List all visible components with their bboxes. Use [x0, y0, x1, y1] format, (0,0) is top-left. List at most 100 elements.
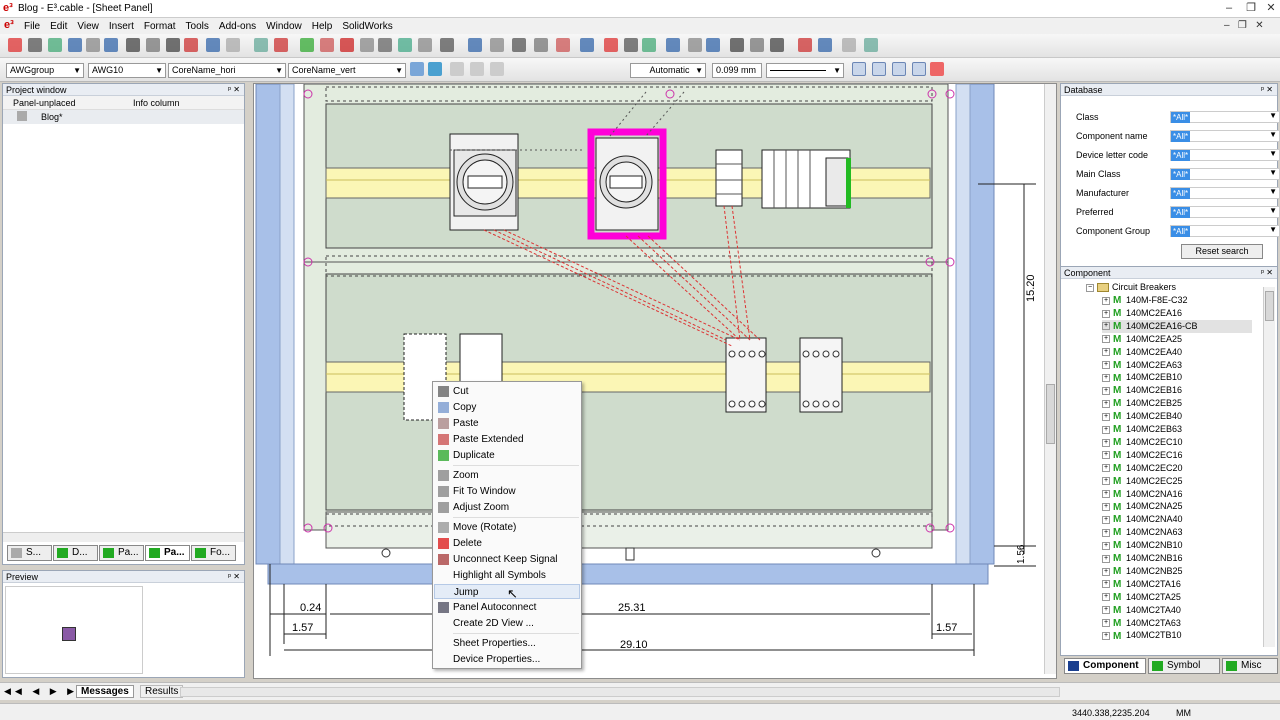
filter-select[interactable]: *All* ▼: [1170, 149, 1280, 161]
col-info[interactable]: Info column: [133, 98, 180, 108]
menu-format[interactable]: Format: [144, 21, 176, 32]
expand-icon[interactable]: +: [1102, 554, 1110, 563]
vscroll-thumb[interactable]: [1046, 384, 1055, 444]
align-center-icon[interactable]: [428, 62, 442, 76]
database-pin-icon[interactable]: ᵖ ✕: [1261, 84, 1273, 96]
expand-icon[interactable]: +: [1102, 374, 1110, 383]
filter-select[interactable]: *All* ▼: [1170, 168, 1280, 180]
toolbar-icon-24[interactable]: [490, 38, 504, 52]
context-item-create-2d-view[interactable]: Create 2D View ...: [434, 616, 580, 631]
expand-icon[interactable]: +: [1102, 464, 1110, 473]
align-icon[interactable]: [410, 62, 424, 76]
expand-icon[interactable]: +: [1102, 515, 1110, 524]
draw-diag-icon[interactable]: [892, 62, 906, 76]
database-tab-misc[interactable]: Misc: [1222, 658, 1278, 674]
toolbar-icon-1[interactable]: [8, 38, 22, 52]
menu-edit[interactable]: Edit: [50, 21, 67, 32]
text-center-icon[interactable]: [470, 62, 484, 76]
tree-item[interactable]: + M 140MC2EC20: [1102, 462, 1183, 475]
tree-item[interactable]: + M 140MC2TA63: [1102, 617, 1181, 630]
toolbar-icon-32[interactable]: [666, 38, 680, 52]
draw-curve-icon[interactable]: [912, 62, 926, 76]
expand-icon[interactable]: +: [1102, 580, 1110, 589]
tree-item[interactable]: + M 140MC2NA16: [1102, 488, 1183, 501]
expand-icon[interactable]: +: [1102, 632, 1110, 640]
tab-messages[interactable]: Messages: [76, 685, 134, 698]
expand-icon[interactable]: +: [1102, 477, 1110, 486]
menu-file[interactable]: File: [24, 21, 40, 32]
context-item-delete[interactable]: Delete: [434, 536, 580, 551]
project-tab-5[interactable]: Fo...: [191, 545, 236, 561]
draw-line-icon[interactable]: [872, 62, 886, 76]
filter-select[interactable]: *All* ▼: [1170, 225, 1280, 237]
context-item-paste-extended[interactable]: Paste Extended: [434, 432, 580, 447]
toolbar-icon-17[interactable]: [340, 38, 354, 52]
context-item-zoom[interactable]: Zoom: [434, 468, 580, 483]
expand-icon[interactable]: +: [1102, 386, 1110, 395]
project-tab-2[interactable]: D...: [53, 545, 98, 561]
toolbar-icon-11[interactable]: [206, 38, 220, 52]
filter-select[interactable]: *All* ▼: [1170, 130, 1280, 142]
menu-tools[interactable]: Tools: [186, 21, 209, 32]
menu-help[interactable]: Help: [312, 21, 333, 32]
toolbar-icon-34[interactable]: [706, 38, 720, 52]
tree-item[interactable]: + M 140MC2TA40: [1102, 604, 1181, 617]
expand-icon[interactable]: +: [1102, 490, 1110, 499]
project-tab-3[interactable]: Pa...: [99, 545, 144, 561]
menu-window[interactable]: Window: [266, 21, 302, 32]
context-item-fit-to-window[interactable]: Fit To Window: [434, 484, 580, 499]
toolbar-icon-5[interactable]: [86, 38, 100, 52]
expand-icon[interactable]: +: [1102, 425, 1110, 434]
tree-item[interactable]: + M 140MC2TB10: [1102, 629, 1182, 640]
context-item-device-properties[interactable]: Device Properties...: [434, 652, 580, 667]
reset-search-button[interactable]: Reset search: [1181, 244, 1263, 259]
context-item-adjust-zoom[interactable]: Adjust Zoom: [434, 500, 580, 515]
filter-select[interactable]: *All* ▼: [1170, 111, 1280, 123]
tree-item[interactable]: + M 140MC2EA16: [1102, 307, 1182, 320]
tree-item[interactable]: + M 140M-F8E-C32: [1102, 294, 1188, 307]
expand-icon[interactable]: +: [1102, 451, 1110, 460]
close-icon[interactable]: ✕: [1264, 2, 1278, 14]
toolbar-icon-35[interactable]: [730, 38, 744, 52]
context-item-paste[interactable]: Paste: [434, 416, 580, 431]
tree-item[interactable]: + M 140MC2EB16: [1102, 384, 1182, 397]
expand-icon[interactable]: +: [1102, 619, 1110, 628]
project-item[interactable]: Blog*: [41, 112, 63, 122]
pin-close-icon[interactable]: ᵖ ✕: [228, 84, 240, 96]
toolbar-icon-9[interactable]: [166, 38, 180, 52]
toolbar-icon-21[interactable]: [418, 38, 432, 52]
preview-canvas[interactable]: [5, 586, 143, 674]
expand-icon[interactable]: +: [1102, 309, 1110, 318]
wire-group-combo[interactable]: AWGgroup ▼: [6, 63, 84, 78]
menu-view[interactable]: View: [77, 21, 99, 32]
expand-icon[interactable]: +: [1102, 412, 1110, 421]
expand-icon[interactable]: +: [1102, 348, 1110, 357]
toolbar-icon-38[interactable]: [798, 38, 812, 52]
tree-item[interactable]: + M 140MC2EC25: [1102, 475, 1183, 488]
menu-solidworks[interactable]: SolidWorks: [342, 21, 392, 32]
connect-icon[interactable]: [930, 62, 944, 76]
expand-icon[interactable]: +: [1102, 322, 1110, 331]
tree-folder-circuit-breakers[interactable]: − Circuit Breakers: [1086, 281, 1176, 294]
context-item-panel-autoconnect[interactable]: Panel Autoconnect: [434, 600, 580, 615]
text-right-icon[interactable]: [490, 62, 504, 76]
toolbar-icon-40[interactable]: [842, 38, 856, 52]
expand-icon[interactable]: +: [1102, 503, 1110, 512]
wire-type-combo[interactable]: AWG10 ▼: [88, 63, 166, 78]
col-panel-unplaced[interactable]: Panel-unplaced: [13, 98, 76, 108]
messages-hscroll[interactable]: [180, 687, 1060, 697]
context-item-highlight-all-symbols[interactable]: Highlight all Symbols: [434, 568, 580, 583]
toolbar-icon-7[interactable]: [126, 38, 140, 52]
project-hscroll[interactable]: [3, 532, 244, 542]
filter-select[interactable]: *All* ▼: [1170, 187, 1280, 199]
toolbar-icon-33[interactable]: [688, 38, 702, 52]
toolbar-icon-27[interactable]: [556, 38, 570, 52]
collapse-icon[interactable]: −: [1086, 283, 1094, 292]
expand-icon[interactable]: +: [1102, 528, 1110, 537]
toolbar-icon-26[interactable]: [534, 38, 548, 52]
context-item-unconnect-keep-signal[interactable]: Unconnect Keep Signal: [434, 552, 580, 567]
toolbar-icon-23[interactable]: [468, 38, 482, 52]
tree-item[interactable]: + M 140MC2EB25: [1102, 397, 1182, 410]
expand-icon[interactable]: +: [1102, 399, 1110, 408]
toolbar-icon-18[interactable]: [360, 38, 374, 52]
